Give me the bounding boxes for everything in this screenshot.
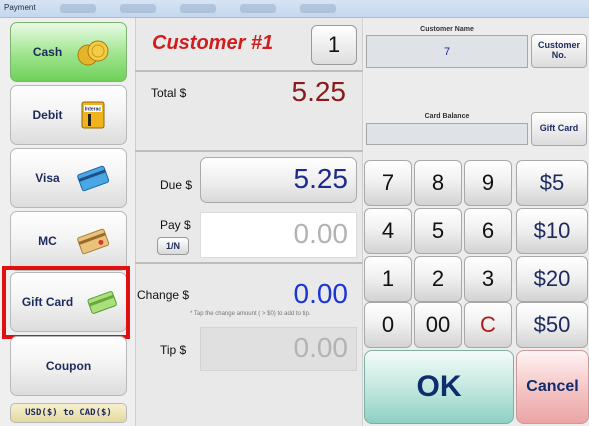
key-2[interactable]: 2 xyxy=(414,256,462,302)
key-8[interactable]: 8 xyxy=(414,160,462,206)
key-0[interactable]: 0 xyxy=(364,302,412,348)
quick-5-button[interactable]: $5 xyxy=(516,160,588,206)
change-label: Change $ xyxy=(137,288,190,302)
pay-value: 0.00 xyxy=(293,218,349,249)
credit-card-icon xyxy=(76,165,109,192)
ok-button[interactable]: OK xyxy=(364,350,514,424)
titlebar-blur xyxy=(240,4,276,13)
cancel-button[interactable]: Cancel xyxy=(516,350,589,424)
titlebar-blur xyxy=(300,4,336,13)
customer-name-caption: Customer Name xyxy=(420,26,474,33)
coupon-label: Coupon xyxy=(45,359,92,373)
tip-value: 0.00 xyxy=(293,332,349,363)
customer-name-field[interactable]: 7 xyxy=(366,35,528,68)
key-00[interactable]: 00 xyxy=(414,302,462,348)
tip-label: Tip $ xyxy=(160,343,187,357)
interac-badge-text: Interac xyxy=(84,107,101,113)
mc-label: MC xyxy=(38,234,57,248)
due-value: 5.25 xyxy=(293,163,349,194)
quick-10-button[interactable]: $10 xyxy=(516,208,588,254)
debit-button[interactable]: Debit Interac xyxy=(10,85,127,145)
card-balance-field[interactable] xyxy=(366,123,528,145)
key-4[interactable]: 4 xyxy=(364,208,412,254)
card-balance-caption: Card Balance xyxy=(424,113,470,120)
gift-card-highlight xyxy=(2,266,130,339)
due-label: Due $ xyxy=(160,178,193,192)
mc-button[interactable]: MC xyxy=(10,211,127,271)
key-1[interactable]: 1 xyxy=(364,256,412,302)
customer-title: Customer #1 xyxy=(152,32,274,54)
gift-card-lookup-button[interactable]: Gift Card xyxy=(531,112,587,146)
divider xyxy=(135,262,363,264)
divider xyxy=(135,150,363,152)
currency-conversion-button[interactable]: USD($) to CAD($) xyxy=(10,403,127,423)
pay-label: Pay $ xyxy=(160,218,191,232)
interac-card-icon: Interac xyxy=(81,101,104,129)
key-3[interactable]: 3 xyxy=(464,256,512,302)
window-title: Payment xyxy=(4,3,36,12)
total-label: Total $ xyxy=(151,86,187,100)
change-value[interactable]: 0.00 xyxy=(200,278,349,310)
key-7[interactable]: 7 xyxy=(364,160,412,206)
divider xyxy=(135,70,363,72)
customer-no-button[interactable]: Customer No. xyxy=(531,34,587,68)
visa-label: Visa xyxy=(35,171,60,185)
cash-button[interactable]: Cash xyxy=(10,22,127,82)
key-5[interactable]: 5 xyxy=(414,208,462,254)
quick-50-button[interactable]: $50 xyxy=(516,302,588,348)
split-1-n-button[interactable]: 1/N xyxy=(157,237,189,255)
clear-button[interactable]: C xyxy=(464,302,512,348)
title-bar: Payment xyxy=(0,0,589,18)
key-6[interactable]: 6 xyxy=(464,208,512,254)
customer-number-button[interactable]: 1 xyxy=(311,25,357,65)
titlebar-blur xyxy=(60,4,96,13)
coupon-button[interactable]: Coupon xyxy=(10,336,127,396)
change-tip-note: * Tap the change amount ( > $0) to add t… xyxy=(190,311,311,317)
total-value: 5.25 xyxy=(291,76,347,107)
titlebar-blur xyxy=(180,4,216,13)
visa-button[interactable]: Visa xyxy=(10,148,127,208)
quick-20-button[interactable]: $20 xyxy=(516,256,588,302)
cash-label: Cash xyxy=(32,45,63,59)
key-9[interactable]: 9 xyxy=(464,160,512,206)
coins-icon xyxy=(77,40,108,66)
credit-card-icon xyxy=(76,228,109,255)
debit-label: Debit xyxy=(32,108,63,122)
titlebar-blur xyxy=(120,4,156,13)
